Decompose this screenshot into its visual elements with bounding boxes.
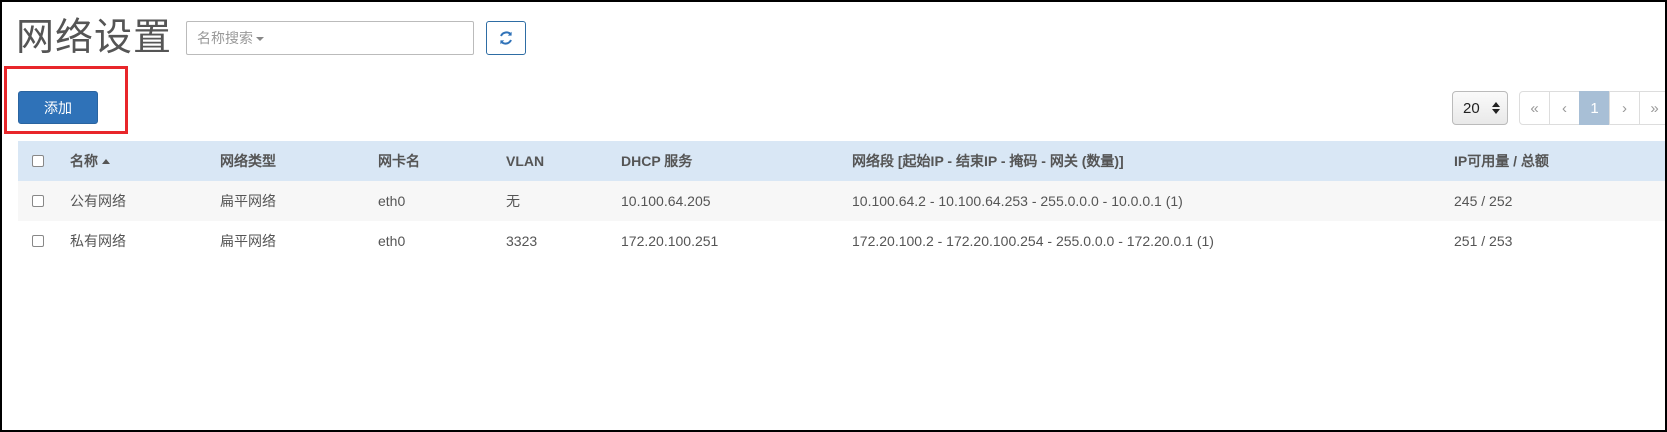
prev-page-button[interactable]: ‹ [1549, 91, 1580, 125]
cell-segment: 10.100.64.2 - 10.100.64.253 - 255.0.0.0 … [852, 193, 1183, 209]
current-page-button[interactable]: 1 [1579, 91, 1610, 125]
cell-vlan: 无 [506, 193, 520, 209]
page-size-select[interactable]: 20 [1452, 91, 1508, 125]
cell-usage: 251 / 253 [1454, 233, 1513, 249]
chevron-down-icon[interactable] [256, 37, 264, 41]
first-page-button[interactable]: « [1519, 91, 1550, 125]
cell-nic: eth0 [378, 193, 406, 209]
next-page-button[interactable]: › [1609, 91, 1640, 125]
row-checkbox[interactable] [32, 195, 44, 207]
column-header-nic[interactable]: 网卡名 [378, 151, 506, 171]
cell-name: 公有网络 [70, 193, 126, 209]
column-header-segment[interactable]: 网络段 [起始IP - 结束IP - 掩码 - 网关 (数量)] [852, 151, 1454, 171]
pagination: « ‹ 1 › » [1519, 91, 1665, 125]
table-row[interactable]: 公有网络 扁平网络 eth0 无 10.100.64.205 10.100.64… [18, 181, 1665, 221]
select-all-checkbox[interactable] [32, 155, 44, 167]
cell-usage: 245 / 252 [1454, 193, 1513, 209]
page-size-value: 20 [1463, 99, 1480, 117]
select-arrows-icon [1492, 102, 1500, 114]
column-header-name[interactable]: 名称 [70, 151, 220, 171]
search-placeholder: 名称搜索 [197, 30, 253, 46]
cell-vlan: 3323 [506, 233, 538, 249]
network-table: 名称 网络类型 网卡名 VLAN DHCP 服务 网络段 [起始IP - 结束I… [18, 141, 1665, 261]
table-header: 名称 网络类型 网卡名 VLAN DHCP 服务 网络段 [起始IP - 结束I… [18, 141, 1665, 181]
add-button[interactable]: 添加 [18, 91, 98, 124]
table-row[interactable]: 私有网络 扁平网络 eth0 3323 172.20.100.251 172.2… [18, 221, 1665, 261]
column-header-usage[interactable]: IP可用量 / 总额 [1454, 151, 1665, 171]
cell-type: 扁平网络 [220, 233, 276, 249]
search-input[interactable]: 名称搜索 [186, 21, 474, 55]
page-title: 网络设置 [16, 15, 173, 59]
column-header-type[interactable]: 网络类型 [220, 151, 378, 171]
cell-dhcp: 172.20.100.251 [621, 233, 719, 249]
sort-asc-icon [102, 158, 110, 164]
cell-dhcp: 10.100.64.205 [621, 193, 711, 209]
cell-segment: 172.20.100.2 - 172.20.100.254 - 255.0.0.… [852, 233, 1214, 249]
column-header-vlan[interactable]: VLAN [506, 153, 621, 169]
refresh-button[interactable] [486, 21, 526, 55]
last-page-button[interactable]: » [1639, 91, 1665, 125]
column-header-dhcp[interactable]: DHCP 服务 [621, 151, 852, 171]
app-window: 网络设置 名称搜索 添加 20 « ‹ 1 › » 名称 网络类型 网卡名 VL… [0, 0, 1667, 432]
refresh-icon [500, 31, 512, 45]
row-checkbox[interactable] [32, 235, 44, 247]
cell-type: 扁平网络 [220, 193, 276, 209]
cell-name: 私有网络 [70, 233, 126, 249]
cell-nic: eth0 [378, 233, 406, 249]
